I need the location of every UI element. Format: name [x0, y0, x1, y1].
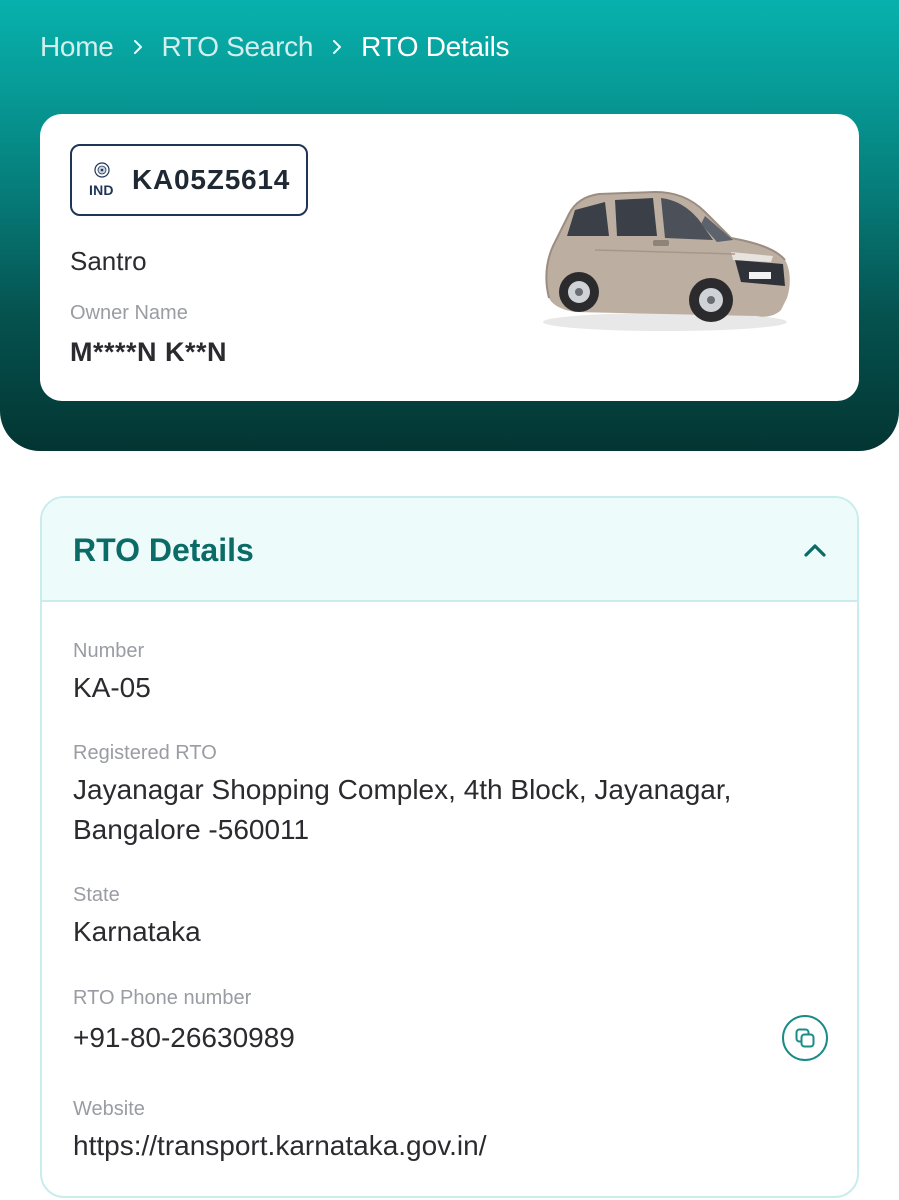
website-label: Website — [73, 1098, 145, 1120]
breadcrumb: Home RTO Search RTO Details — [40, 28, 510, 66]
number-plate: IND KA05Z5614 — [70, 144, 308, 216]
copy-phone-button[interactable] — [782, 1015, 828, 1061]
owner-label: Owner Name — [70, 302, 188, 324]
national-emblem-icon — [94, 162, 110, 178]
car-image — [543, 190, 790, 331]
hero-header: Home RTO Search RTO Details IND KA05Z561… — [0, 0, 899, 451]
state-value: Karnataka — [73, 916, 201, 947]
state-label: State — [73, 884, 120, 906]
registered-rto-label: Registered RTO — [73, 742, 217, 764]
rto-details-title: RTO Details — [73, 532, 254, 568]
breadcrumb-current: RTO Details — [361, 31, 510, 62]
vehicle-card: IND KA05Z5614 Santro Owner Name M****N K… — [40, 114, 859, 401]
chevron-up-icon — [804, 544, 826, 557]
copy-icon — [795, 1028, 815, 1048]
rto-details-header[interactable]: RTO Details — [42, 498, 857, 602]
rto-phone-label: RTO Phone number — [73, 987, 252, 1009]
registered-rto-value: Jayanagar Shopping Complex, 4th Block, J… — [73, 774, 732, 845]
plate-number: KA05Z5614 — [132, 164, 291, 195]
plate-country-code: IND — [89, 182, 114, 198]
rto-details-page: Home RTO Search RTO Details IND KA05Z561… — [0, 0, 899, 1200]
rto-details-card: RTO Details Number KA-05 Registered RTO … — [40, 496, 859, 1198]
vehicle-model: Santro — [70, 246, 147, 276]
owner-name: M****N K**N — [70, 337, 228, 367]
number-label: Number — [73, 640, 145, 662]
chevron-right-icon — [313, 40, 361, 54]
website-link[interactable]: https://transport.karnataka.gov.in/ — [73, 1126, 813, 1166]
plate-emblem: IND — [72, 144, 132, 216]
rto-phone-value: +91-80-26630989 — [73, 1022, 295, 1053]
breadcrumb-home[interactable]: Home — [40, 31, 114, 63]
collapse-button[interactable] — [801, 538, 829, 562]
breadcrumb-rto-search[interactable]: RTO Search — [162, 31, 314, 63]
chevron-right-icon — [114, 40, 162, 54]
number-value: KA-05 — [73, 672, 151, 703]
